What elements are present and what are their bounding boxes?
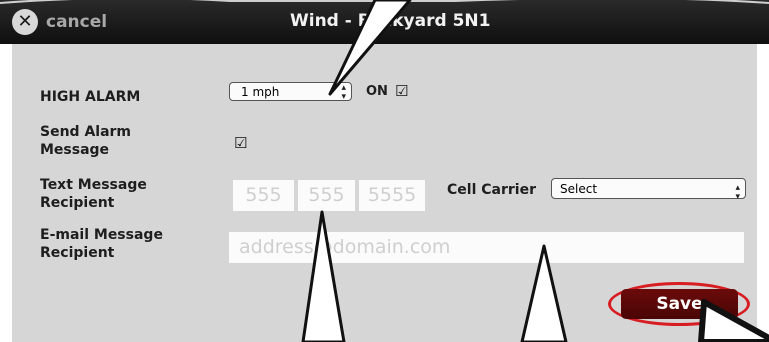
cell-carrier-value: Select [560,182,598,196]
close-icon: ✕ [12,9,38,35]
cell-carrier-label: Cell Carrier [447,182,536,198]
email-input[interactable]: address@domain.com [229,232,744,263]
up-down-arrows-icon: ▴ ▾ [341,83,346,102]
high-alarm-label: HIGH ALARM [40,89,141,105]
titlebar: ✕ cancel Wind - Backyard 5N1 [0,0,769,44]
send-alarm-label: Send Alarm Message [40,124,132,158]
text-recipient-label: Text Message Recipient [40,177,147,211]
high-alarm-on-checkbox[interactable]: ☑ [395,84,408,99]
high-alarm-select[interactable]: 1 mph ▴ ▾ [229,82,352,102]
phone-line-input[interactable]: 5555 [359,180,425,211]
high-alarm-on-label: ON [366,84,388,99]
phone-area-code-input[interactable]: 555 [233,180,294,211]
cancel-label: cancel [46,12,108,32]
cell-carrier-select[interactable]: Select ▴ ▾ [551,178,746,202]
phone-prefix-input[interactable]: 555 [298,180,355,211]
high-alarm-value: 1 mph [241,85,280,99]
up-down-arrows-icon: ▴ ▾ [735,183,740,202]
save-button[interactable]: Save [621,289,738,319]
email-recipient-label: E-mail Message Recipient [40,227,163,261]
send-alarm-checkbox[interactable]: ☑ [234,136,247,151]
cancel-button[interactable]: ✕ cancel [12,9,107,35]
window-title: Wind - Backyard 5N1 [290,11,491,31]
